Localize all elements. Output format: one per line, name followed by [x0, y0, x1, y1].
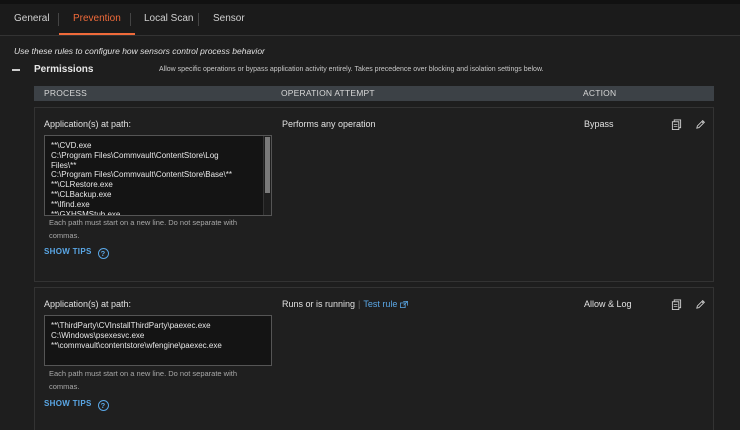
section-title: Permissions: [34, 64, 94, 75]
operation-attempt: Runs or is running | Test rule: [282, 299, 409, 309]
test-rule-link[interactable]: Test rule: [363, 299, 409, 309]
tab-bar: General Prevention Local Scan Sensor: [0, 4, 740, 36]
action-value: Allow & Log: [584, 299, 632, 309]
help-circle-icon: ?: [97, 248, 109, 259]
column-header-operation: OPERATION ATTEMPT: [281, 88, 375, 98]
tab-local-scan[interactable]: Local Scan: [144, 4, 193, 35]
path-list: **\ThirdParty\CVInstallThirdParty\paexec…: [51, 321, 222, 350]
show-tips-label: SHOW TIPS: [44, 399, 92, 408]
path-textarea[interactable]: **\ThirdParty\CVInstallThirdParty\paexec…: [44, 315, 272, 366]
process-label: Application(s) at path:: [44, 299, 132, 309]
collapse-icon[interactable]: [12, 63, 22, 75]
tab-sensor[interactable]: Sensor: [213, 4, 245, 35]
copy-icon[interactable]: [671, 299, 682, 310]
test-rule-icon: [400, 301, 409, 308]
rule-card: Application(s) at path: **\ThirdParty\CV…: [34, 287, 714, 430]
edit-pencil-icon[interactable]: [695, 299, 706, 310]
show-tips-label: SHOW TIPS: [44, 247, 92, 256]
separator: |: [358, 299, 361, 309]
path-textarea[interactable]: **\CVD.exe C:\Program Files\Commvault\Co…: [44, 135, 272, 216]
help-circle-icon: ?: [97, 400, 109, 411]
copy-icon[interactable]: [671, 119, 682, 130]
tab-prevention[interactable]: Prevention: [59, 4, 135, 35]
tab-general[interactable]: General: [14, 4, 50, 35]
action-value: Bypass: [584, 119, 614, 129]
column-header-action: ACTION: [583, 88, 617, 98]
column-header-process: PROCESS: [44, 88, 87, 98]
tab-separator: [198, 13, 199, 26]
show-tips-link[interactable]: SHOW TIPS?: [44, 247, 109, 259]
scrollbar-thumb[interactable]: [265, 137, 270, 193]
table-header: PROCESS OPERATION ATTEMPT ACTION: [34, 86, 714, 101]
path-list: **\CVD.exe C:\Program Files\Commvault\Co…: [51, 141, 232, 216]
scrollbar[interactable]: [263, 136, 271, 215]
show-tips-link[interactable]: SHOW TIPS?: [44, 399, 109, 411]
operation-attempt: Performs any operation: [282, 119, 376, 129]
intro-text: Use these rules to configure how sensors…: [14, 46, 265, 56]
rule-card: Application(s) at path: **\CVD.exe C:\Pr…: [34, 107, 714, 282]
path-help-text: Each path must start on a new line. Do n…: [49, 218, 238, 240]
section-description: Allow specific operations or bypass appl…: [159, 66, 544, 73]
edit-pencil-icon[interactable]: [695, 119, 706, 130]
operation-text: Runs or is running: [282, 299, 356, 309]
test-rule-label: Test rule: [363, 299, 398, 309]
tab-separator: [130, 13, 131, 26]
process-label: Application(s) at path:: [44, 119, 132, 129]
path-help-text: Each path must start on a new line. Do n…: [49, 369, 238, 391]
operation-text: Performs any operation: [282, 119, 376, 129]
